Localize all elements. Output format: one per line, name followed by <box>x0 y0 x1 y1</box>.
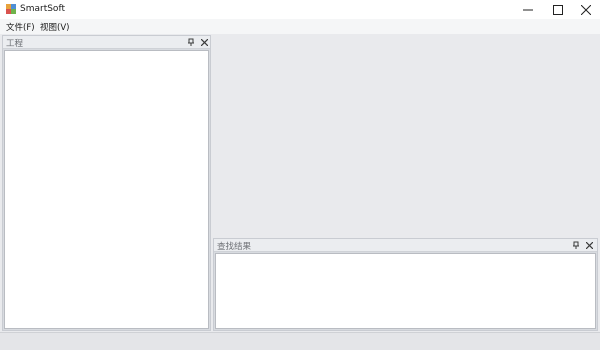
find-results-panel-header[interactable]: 查找结果 <box>214 239 597 252</box>
minimize-icon <box>523 9 533 10</box>
workspace: 工程 查找结果 <box>0 34 600 332</box>
close-button[interactable] <box>571 0 600 19</box>
find-results-panel-pin-button[interactable] <box>571 240 581 250</box>
project-panel: 工程 <box>2 35 211 331</box>
maximize-button[interactable] <box>543 0 573 19</box>
minimize-button[interactable] <box>513 0 543 19</box>
menu-bar: 文件(F) 视图(V) <box>0 19 600 34</box>
project-panel-header[interactable]: 工程 <box>3 36 210 49</box>
menu-file[interactable]: 文件(F) <box>5 21 36 33</box>
find-results-list[interactable] <box>215 253 596 329</box>
window-title: SmartSoft <box>20 4 65 14</box>
project-panel-title: 工程 <box>6 39 24 49</box>
app-icon <box>6 4 16 14</box>
pin-icon <box>188 38 194 46</box>
project-tree-area[interactable] <box>4 50 209 329</box>
find-results-panel: 查找结果 <box>213 238 598 331</box>
status-bar <box>0 332 600 350</box>
find-results-panel-close-button[interactable] <box>584 240 594 250</box>
close-icon <box>585 241 593 249</box>
project-panel-pin-button[interactable] <box>186 37 196 47</box>
close-icon <box>200 38 208 46</box>
title-bar: SmartSoft <box>0 0 600 19</box>
close-icon <box>581 4 591 15</box>
pin-icon <box>573 241 579 249</box>
project-panel-close-button[interactable] <box>199 37 209 47</box>
find-results-panel-title: 查找结果 <box>217 242 252 252</box>
maximize-icon <box>553 4 563 15</box>
menu-view[interactable]: 视图(V) <box>39 21 70 33</box>
